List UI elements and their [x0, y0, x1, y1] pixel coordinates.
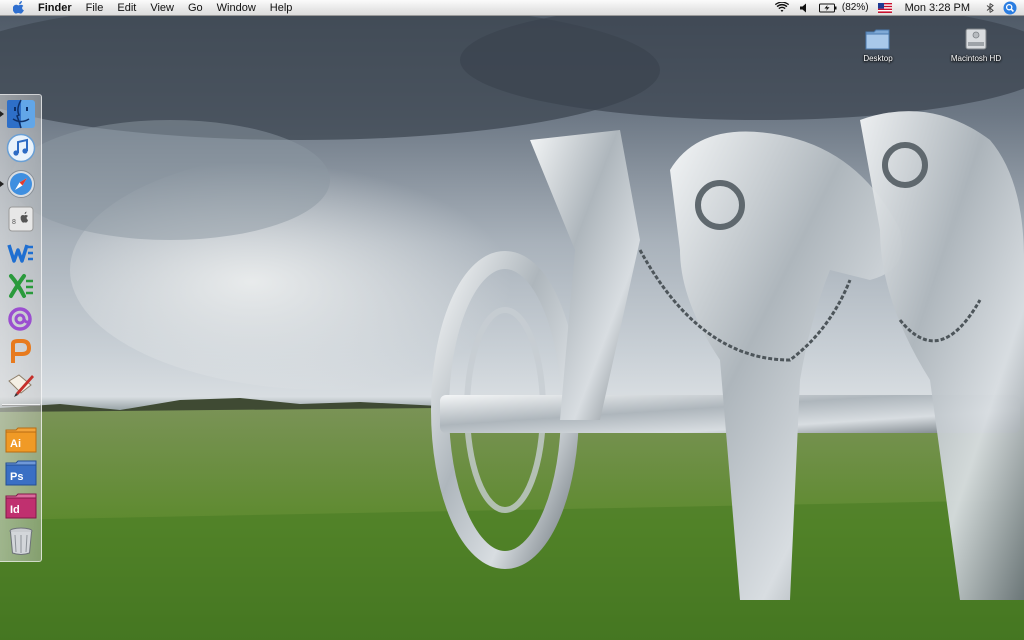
spotlight-icon[interactable] — [1000, 0, 1020, 16]
bluetooth-icon[interactable] — [980, 0, 1000, 16]
desktop-icon-desktop[interactable]: Desktop — [840, 21, 916, 63]
trash-icon — [9, 527, 33, 555]
menu-file[interactable]: File — [79, 0, 111, 16]
desktop[interactable]: Desktop Macintosh HD — [0, 0, 1024, 640]
word-icon — [7, 244, 33, 263]
dock-item-finder[interactable] — [3, 97, 39, 131]
menu-go[interactable]: Go — [181, 0, 210, 16]
itunes-icon — [6, 133, 36, 163]
safari-icon — [7, 170, 35, 198]
pen-paper-icon — [8, 374, 34, 397]
indesign-icon: Id — [5, 493, 37, 519]
dock-item-textedit[interactable] — [3, 369, 39, 403]
apple-menu-icon[interactable] — [6, 0, 32, 16]
dock-item-photoshop[interactable]: Ps — [3, 456, 39, 490]
photoshop-icon: Ps — [5, 460, 37, 486]
apple-app-icon: 8 — [8, 206, 34, 232]
powerpoint-icon — [11, 339, 31, 363]
menu-bar-status-area: (82%) Mon 3:28 PM — [770, 0, 1024, 16]
finder-icon — [7, 99, 35, 129]
dock: 8 Ai Ps Id — [0, 94, 42, 562]
dock-item-itunes[interactable] — [3, 131, 39, 165]
wallpaper-image — [0, 0, 1024, 640]
menu-window[interactable]: Window — [210, 0, 263, 16]
menu-bar: Finder File Edit View Go Window Help (82… — [0, 0, 1024, 16]
dock-item-trash[interactable] — [3, 524, 39, 558]
indesign-label: Id — [10, 504, 20, 516]
dock-item-entourage[interactable] — [3, 302, 39, 336]
dock-item-safari[interactable] — [3, 167, 39, 201]
battery-percent: (82%) — [841, 2, 869, 13]
illustrator-icon: Ai — [5, 427, 37, 453]
dock-item-indesign[interactable]: Id — [3, 489, 39, 523]
dock-item-powerpoint[interactable] — [3, 335, 39, 369]
wifi-icon[interactable] — [770, 0, 794, 16]
folder-icon — [862, 21, 894, 51]
hard-drive-icon — [960, 21, 992, 51]
desktop-icon-label: Macintosh HD — [950, 54, 1002, 63]
battery-icon[interactable] — [814, 0, 842, 16]
entourage-icon — [8, 307, 32, 331]
dock-item-word[interactable] — [3, 236, 39, 270]
photoshop-label: Ps — [10, 471, 23, 483]
dock-separator — [2, 404, 40, 406]
menu-edit[interactable]: Edit — [110, 0, 143, 16]
svg-text:8: 8 — [12, 219, 16, 226]
desktop-icon-macintosh-hd[interactable]: Macintosh HD — [938, 21, 1014, 63]
menu-help[interactable]: Help — [263, 0, 300, 16]
speaker-icon[interactable] — [794, 0, 814, 16]
dock-item-system-preferences[interactable]: 8 — [3, 202, 39, 236]
menu-app-finder[interactable]: Finder — [32, 0, 79, 16]
menu-clock[interactable]: Mon 3:28 PM — [897, 2, 980, 14]
menu-view[interactable]: View — [143, 0, 181, 16]
desktop-icon-label: Desktop — [863, 54, 893, 63]
excel-icon — [9, 274, 33, 298]
illustrator-label: Ai — [10, 438, 21, 450]
us-flag-icon[interactable] — [873, 0, 897, 16]
dock-item-illustrator[interactable]: Ai — [3, 423, 39, 457]
dock-item-excel[interactable] — [3, 269, 39, 303]
